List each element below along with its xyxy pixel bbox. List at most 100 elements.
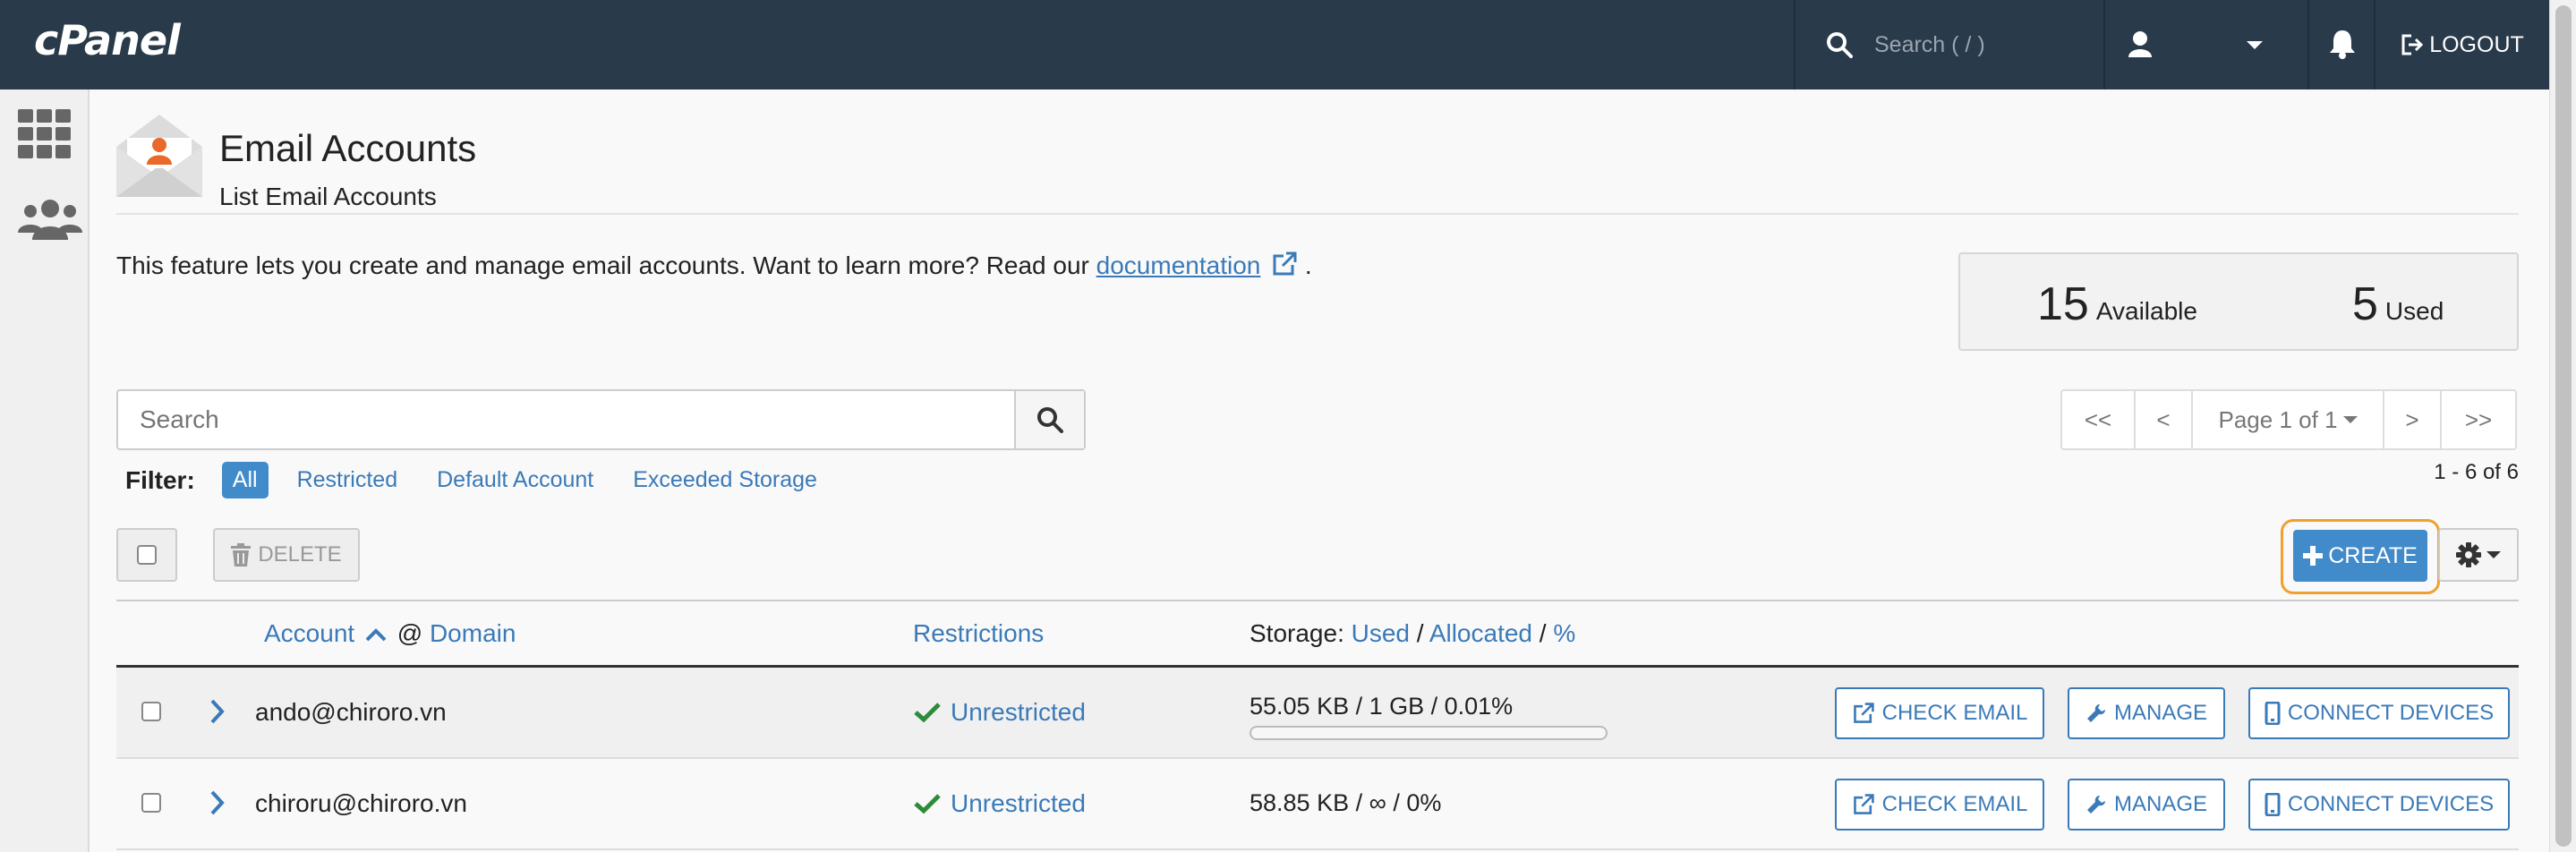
account-search [116, 389, 1086, 450]
global-search[interactable]: Search ( / ) [1794, 0, 2103, 89]
storage-header: Storage: Used / Allocated / % [1250, 619, 1575, 648]
logout-icon [2401, 34, 2424, 55]
delete-label: DELETE [258, 542, 342, 567]
global-search-placeholder: Search ( / ) [1874, 31, 1985, 57]
sort-ascending-icon[interactable] [365, 627, 387, 642]
prev-page-button[interactable]: < [2136, 391, 2193, 448]
user-icon [2128, 31, 2152, 57]
logout-button[interactable]: LOGOUT [2376, 0, 2549, 89]
chevron-down-icon[interactable] [2247, 39, 2263, 50]
logout-label: LOGOUT [2429, 31, 2524, 57]
external-link-icon [1853, 703, 1874, 723]
account-domain-header: Account @ Domain [264, 619, 516, 648]
create-label: CREATE [2328, 542, 2418, 568]
documentation-link[interactable]: documentation [1096, 251, 1261, 279]
table-header: Account @ Domain Restrictions Storage: U… [116, 600, 2519, 668]
actions-toolbar: DELETE CREATE [116, 519, 2519, 594]
account-search-button[interactable] [1014, 391, 1084, 448]
first-page-button[interactable]: << [2062, 391, 2136, 448]
create-button[interactable]: CREATE [2293, 530, 2427, 582]
account-stats: 15 Available 5 Used [1958, 252, 2519, 351]
chevron-right-icon[interactable] [209, 698, 226, 725]
sort-restrictions[interactable]: Restrictions [913, 619, 1044, 648]
account-search-input[interactable] [118, 391, 995, 448]
scrollbar-thumb[interactable] [2555, 5, 2572, 847]
page-header: Email Accounts List Email Accounts [116, 107, 2519, 215]
storage-progress-bar [1250, 726, 1608, 740]
check-email-button[interactable]: CHECK EMAIL [1835, 687, 2044, 739]
connect-devices-label: CONNECT DEVICES [2287, 701, 2495, 725]
filter-restricted[interactable]: Restricted [297, 467, 398, 493]
external-link-icon [1853, 794, 1874, 814]
used-label: Used [2384, 297, 2444, 325]
sort-account[interactable]: Account [264, 619, 354, 647]
page-select[interactable]: Page 1 of 1 [2193, 391, 2384, 448]
check-icon [914, 703, 941, 723]
sort-percent[interactable]: % [1553, 619, 1575, 647]
manage-button[interactable]: MANAGE [2068, 779, 2225, 831]
left-sidebar [0, 89, 90, 852]
account-email: ando@chiroro.vn [255, 698, 447, 726]
documentation-link-text: documentation [1096, 251, 1261, 279]
restriction-label: Unrestricted [951, 698, 1086, 726]
mobile-icon [2265, 702, 2281, 725]
storage-value: 55.05 KB / 1 GB / 0.01% [1250, 693, 1514, 720]
cpanel-logo[interactable]: cPanel [34, 16, 181, 64]
connect-devices-label: CONNECT DEVICES [2287, 792, 2495, 816]
at-sign: @ [397, 619, 423, 647]
filter-exceeded-storage[interactable]: Exceeded Storage [633, 467, 817, 493]
storage-prefix: Storage: [1250, 619, 1344, 647]
sort-domain[interactable]: Domain [430, 619, 516, 647]
sort-allocated[interactable]: Allocated [1429, 619, 1532, 647]
restriction-status[interactable]: Unrestricted [913, 789, 1086, 818]
connect-devices-button[interactable]: CONNECT DEVICES [2248, 779, 2510, 831]
select-all-checkbox[interactable] [137, 545, 157, 565]
delete-button[interactable]: DELETE [213, 528, 360, 582]
bell-icon [2330, 30, 2355, 59]
filter-bar: Filter: All Restricted Default Account E… [125, 462, 857, 498]
available-count: 15 [2037, 278, 2089, 330]
row-checkbox[interactable] [141, 793, 161, 813]
gear-icon [2456, 542, 2481, 567]
pagination: << < Page 1 of 1 > >> [2060, 389, 2517, 450]
check-email-label: CHECK EMAIL [1881, 792, 2028, 816]
sort-used[interactable]: Used [1352, 619, 1410, 647]
restriction-status[interactable]: Unrestricted [913, 698, 1086, 727]
caret-down-icon [2342, 416, 2358, 423]
wrench-icon [2086, 796, 2105, 814]
top-bar: cPanel Search ( / ) LOGOUT [0, 0, 2549, 89]
used-count: 5 [2352, 278, 2378, 330]
row-checkbox[interactable] [141, 702, 161, 721]
description-end: . [1304, 251, 1312, 279]
email-accounts-icon [116, 115, 202, 197]
results-count: 1 - 6 of 6 [2434, 460, 2519, 484]
manage-label: MANAGE [2113, 792, 2207, 816]
last-page-button[interactable]: >> [2442, 391, 2515, 448]
external-link-icon[interactable] [1271, 251, 1298, 277]
chevron-right-icon[interactable] [209, 789, 226, 816]
notifications-button[interactable] [2309, 0, 2374, 89]
connect-devices-button[interactable]: CONNECT DEVICES [2248, 687, 2510, 739]
next-page-button[interactable]: > [2384, 391, 2442, 448]
trash-icon [231, 543, 252, 567]
settings-dropdown-button[interactable] [2438, 528, 2519, 582]
select-all-checkbox-wrap[interactable] [116, 528, 177, 582]
page-scrollbar[interactable] [2549, 0, 2576, 852]
grid-apps-icon[interactable] [18, 109, 72, 159]
account-email: chiroru@chiroro.vn [255, 789, 467, 817]
page-select-label: Page 1 of 1 [2218, 405, 2338, 433]
available-label: Available [2095, 297, 2197, 325]
available-stat: 15 Available [2037, 277, 2197, 331]
wrench-icon [2086, 704, 2105, 722]
manage-label: MANAGE [2113, 701, 2207, 725]
check-icon [914, 794, 941, 814]
manage-button[interactable]: MANAGE [2068, 687, 2225, 739]
check-email-button[interactable]: CHECK EMAIL [1835, 779, 2044, 831]
users-icon[interactable] [18, 199, 82, 240]
table-row: chiroru@chiroro.vn Unrestricted 58.85 KB… [116, 759, 2519, 850]
email-accounts-table: Account @ Domain Restrictions Storage: U… [116, 600, 2519, 850]
storage-value: 58.85 KB / ∞ / 0% [1250, 789, 1442, 816]
filter-default-account[interactable]: Default Account [437, 467, 593, 493]
table-row: ando@chiroro.vn Unrestricted 55.05 KB / … [116, 668, 2519, 759]
filter-all[interactable]: All [221, 462, 269, 498]
